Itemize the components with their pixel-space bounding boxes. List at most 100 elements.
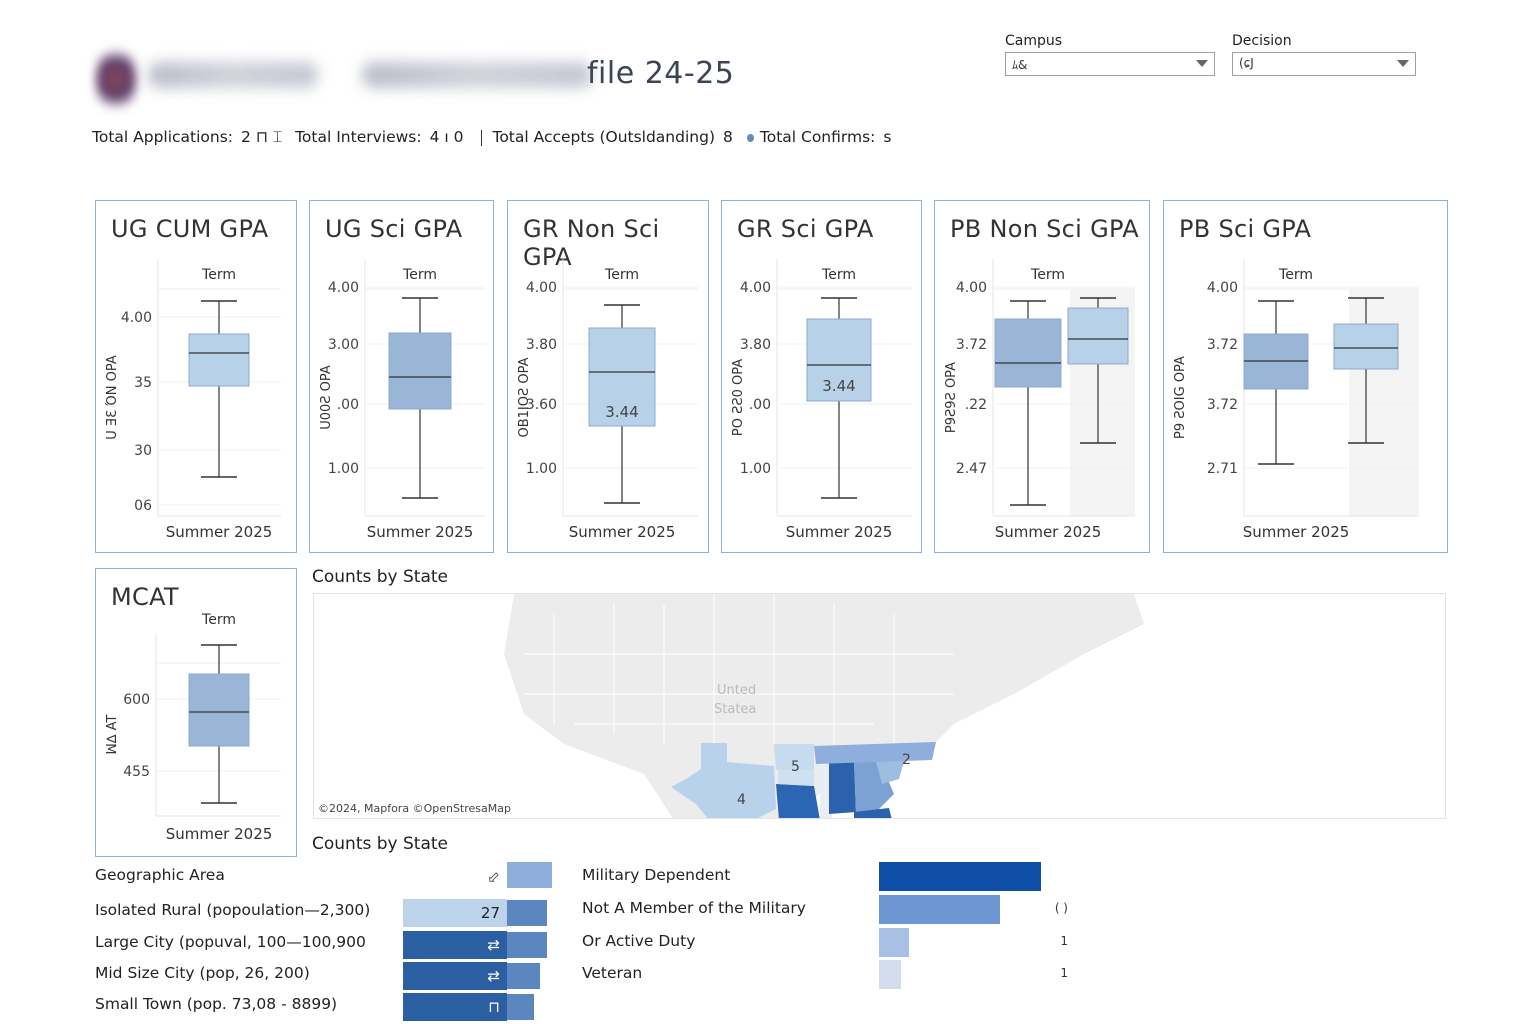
boxplot-card[interactable]: UG CUM GPA Term 4.00 35 30 06 U ƎƐ ΌN ΟPA Summe… — [95, 200, 297, 553]
military-row-label: Veteran — [582, 964, 643, 982]
x-category-label: Summer 2025 — [1243, 523, 1350, 541]
box-value-label: 3.44 — [605, 403, 638, 421]
campus-dropdown[interactable]: ﾑ& — [1005, 52, 1215, 76]
boxplot-card[interactable]: UG Sci GPA Term 4.00 3.00.00 1.00 U00Ƨ ΟPA Sum… — [309, 200, 494, 553]
x-category-label: Summer 2025 — [367, 523, 474, 541]
decision-filter[interactable]: Decision (ɕJ — [1232, 33, 1416, 76]
y-tick-label: 35 — [134, 375, 152, 391]
y-axis-title: U00Ƨ ΟPA — [319, 365, 334, 430]
geo-bar-value: ⊓ — [488, 998, 500, 1016]
map-label-nc: 2 — [902, 752, 911, 768]
map-svg[interactable]: 4 5 2 Unted Statea — [314, 594, 1446, 819]
map-credit: ©2024, Mapfora ©OpenStresaMap — [318, 802, 511, 815]
geo-bar-secondary[interactable] — [507, 900, 547, 926]
y-tick-label: 4.00 — [121, 310, 152, 326]
military-bar-value: ( ) — [1054, 901, 1068, 915]
boxplot-card[interactable]: GR Sci GPA Term 4.00 3.80.00 1.00 PO ƧƧ0 ΟPA 3… — [721, 200, 922, 553]
boxplot-chart[interactable]: Term 4.00 3.00 .00 1.00 U00Ƨ ΟPA Summer 2025 — [310, 201, 495, 554]
term-header: Term — [402, 267, 437, 283]
term-header: Term — [1278, 267, 1313, 283]
x-category-label: Summer 2025 — [166, 523, 273, 541]
box-value-label: 3.44 — [822, 377, 855, 395]
term-header: Term — [1030, 267, 1065, 283]
chevron-down-icon[interactable] — [1196, 60, 1208, 67]
decision-value: (ɕJ — [1239, 56, 1254, 70]
kpi-summary: Total Applications: 2 ⊓ ⌶ Total Interview… — [92, 128, 899, 147]
boxplot-box[interactable] — [188, 300, 250, 478]
geo-row-label: Small Town (pop. 73,08 - 8899) — [95, 995, 338, 1013]
geo-bar-secondary[interactable] — [507, 994, 534, 1020]
page-title: file 24-25 — [587, 56, 735, 91]
y-axis-title: ꟽ∆ AT — [105, 715, 120, 755]
y-tick-label: 3.00 — [328, 337, 359, 353]
iqr-box — [388, 332, 452, 410]
y-axis-title: P9 ƧOIG ΟPA — [1173, 356, 1188, 439]
geo-bar-secondary[interactable] — [507, 932, 547, 958]
geo-row-label: Isolated Rural (popoulation—2,300) — [95, 901, 371, 919]
boxplot-card[interactable]: PB Sci GPA Term 4.00 3.72 3.72 2.71 P9 ƧOIG ΟP… — [1163, 200, 1448, 553]
boxplot-chart[interactable]: Term 600 455ꟽ∆ AT Summer 2025 — [96, 569, 298, 858]
military-bar-value: 1 — [1060, 934, 1068, 948]
geo-header-value: ⬃ — [487, 868, 500, 886]
y-tick-label: 3.72 — [1207, 397, 1238, 413]
kpi-applications-label: Total Applications: — [92, 128, 234, 146]
decision-dropdown[interactable]: (ɕJ — [1232, 52, 1416, 76]
geo-bar-secondary[interactable] — [507, 963, 540, 989]
y-tick-label: 4.00 — [526, 280, 557, 296]
y-tick-label: .00 — [337, 397, 359, 413]
state-alabama — [829, 762, 856, 814]
state-map[interactable]: 4 5 2 Unted Statea — [313, 593, 1446, 819]
decision-filter-label: Decision — [1232, 33, 1292, 49]
y-tick-label: 1.00 — [740, 461, 771, 477]
boxplot-box[interactable] — [1243, 300, 1309, 465]
y-tick-label: 455 — [123, 764, 150, 780]
military-bar[interactable] — [879, 928, 909, 957]
military-bar[interactable] — [879, 895, 1000, 924]
geo-bar-value: 27 — [480, 904, 500, 922]
x-category-label: Summer 2025 — [995, 523, 1102, 541]
kpi-applications-value: 2 ⊓ ⌶ — [241, 128, 283, 146]
term-header: Term — [821, 267, 856, 283]
military-bar[interactable] — [879, 862, 1041, 891]
iqr-box — [1067, 307, 1129, 365]
boxplot-box[interactable] — [188, 644, 250, 804]
chevron-down-icon[interactable] — [1397, 60, 1409, 67]
boxplot-chart[interactable]: Term 4.00 3.72 .22 2.47 P9Ƨ9Ƨ ΟPA Summer 2025 — [935, 201, 1151, 554]
geo-header-bar — [507, 862, 552, 888]
geo-header: Geographic Area — [95, 866, 225, 884]
military-row-label: Not A Member of the Military — [582, 899, 806, 917]
military-row-label: Or Active Duty — [582, 932, 696, 950]
y-tick-label: 4.00 — [328, 280, 359, 296]
boxplot-card[interactable]: MCAT Term 600 455 ꟽ∆ AT Summer 2025 — [95, 568, 297, 857]
y-tick-label: 2.71 — [1207, 461, 1238, 477]
boxplot-card[interactable]: GR Non Sci GPA Term 4.00 3.80 3.60 1.00 ΟB1IOƧ… — [507, 200, 709, 553]
boxplot-box[interactable] — [994, 300, 1062, 506]
y-axis-title: ΟB1IOƧ ΟPA — [517, 357, 532, 437]
geo-row-label: Mid Size City (pop, 26, 200) — [95, 964, 310, 982]
boxplot-card[interactable]: PB Non Sci GPA Term 4.00 3.72.22 2.47 P9Ƨ9Ƨ Ο… — [934, 200, 1150, 553]
campus-filter[interactable]: Campus ﾑ& — [1005, 33, 1215, 76]
boxplot-chart[interactable]: Term 4.00 3.72 3.72 2.71 P9 ƧOIG ΟPA Summer 20… — [1164, 201, 1449, 554]
y-tick-label: 3.72 — [956, 337, 987, 353]
kpi-dot-icon — [746, 133, 754, 142]
blurred-title-part — [148, 62, 318, 88]
y-tick-label: 30 — [134, 443, 152, 459]
y-tick-label: 3.80 — [526, 337, 557, 353]
geo-row-label: Large City (popuval, 100—100,900 — [95, 933, 366, 951]
boxplot-chart[interactable]: Term 4.00 35 30 06 U ƎƐ ΌN ΟPA Summer 2025 — [96, 201, 298, 554]
term-header: Term — [201, 612, 236, 628]
kpi-interviews-value: 4 ı 0 — [429, 128, 464, 146]
boxplot-chart[interactable]: Term 4.00 3.80 .00 1.00 PO ƧƧ0 ΟPA 3.44 Summer … — [722, 201, 923, 554]
boxplot-chart[interactable]: Term4.003.803.601.00ΟB1IOƧ ΟPA 3.44Summer… — [508, 201, 710, 554]
y-tick-label: 06 — [134, 498, 152, 514]
military-bar[interactable] — [879, 960, 901, 989]
y-tick-label: 4.00 — [956, 280, 987, 296]
iqr-box — [994, 318, 1062, 388]
campus-filter-label: Campus — [1005, 33, 1063, 49]
map-label-tx: 4 — [737, 792, 746, 808]
map-country-label-1: Unted — [717, 683, 756, 698]
term-band — [1349, 289, 1419, 516]
kpi-interviews-label: Total Interviews: — [295, 128, 422, 146]
y-axis-title: PO ƧƧ0 ΟPA — [731, 359, 746, 436]
x-category-label: Summer 2025 — [786, 523, 893, 541]
